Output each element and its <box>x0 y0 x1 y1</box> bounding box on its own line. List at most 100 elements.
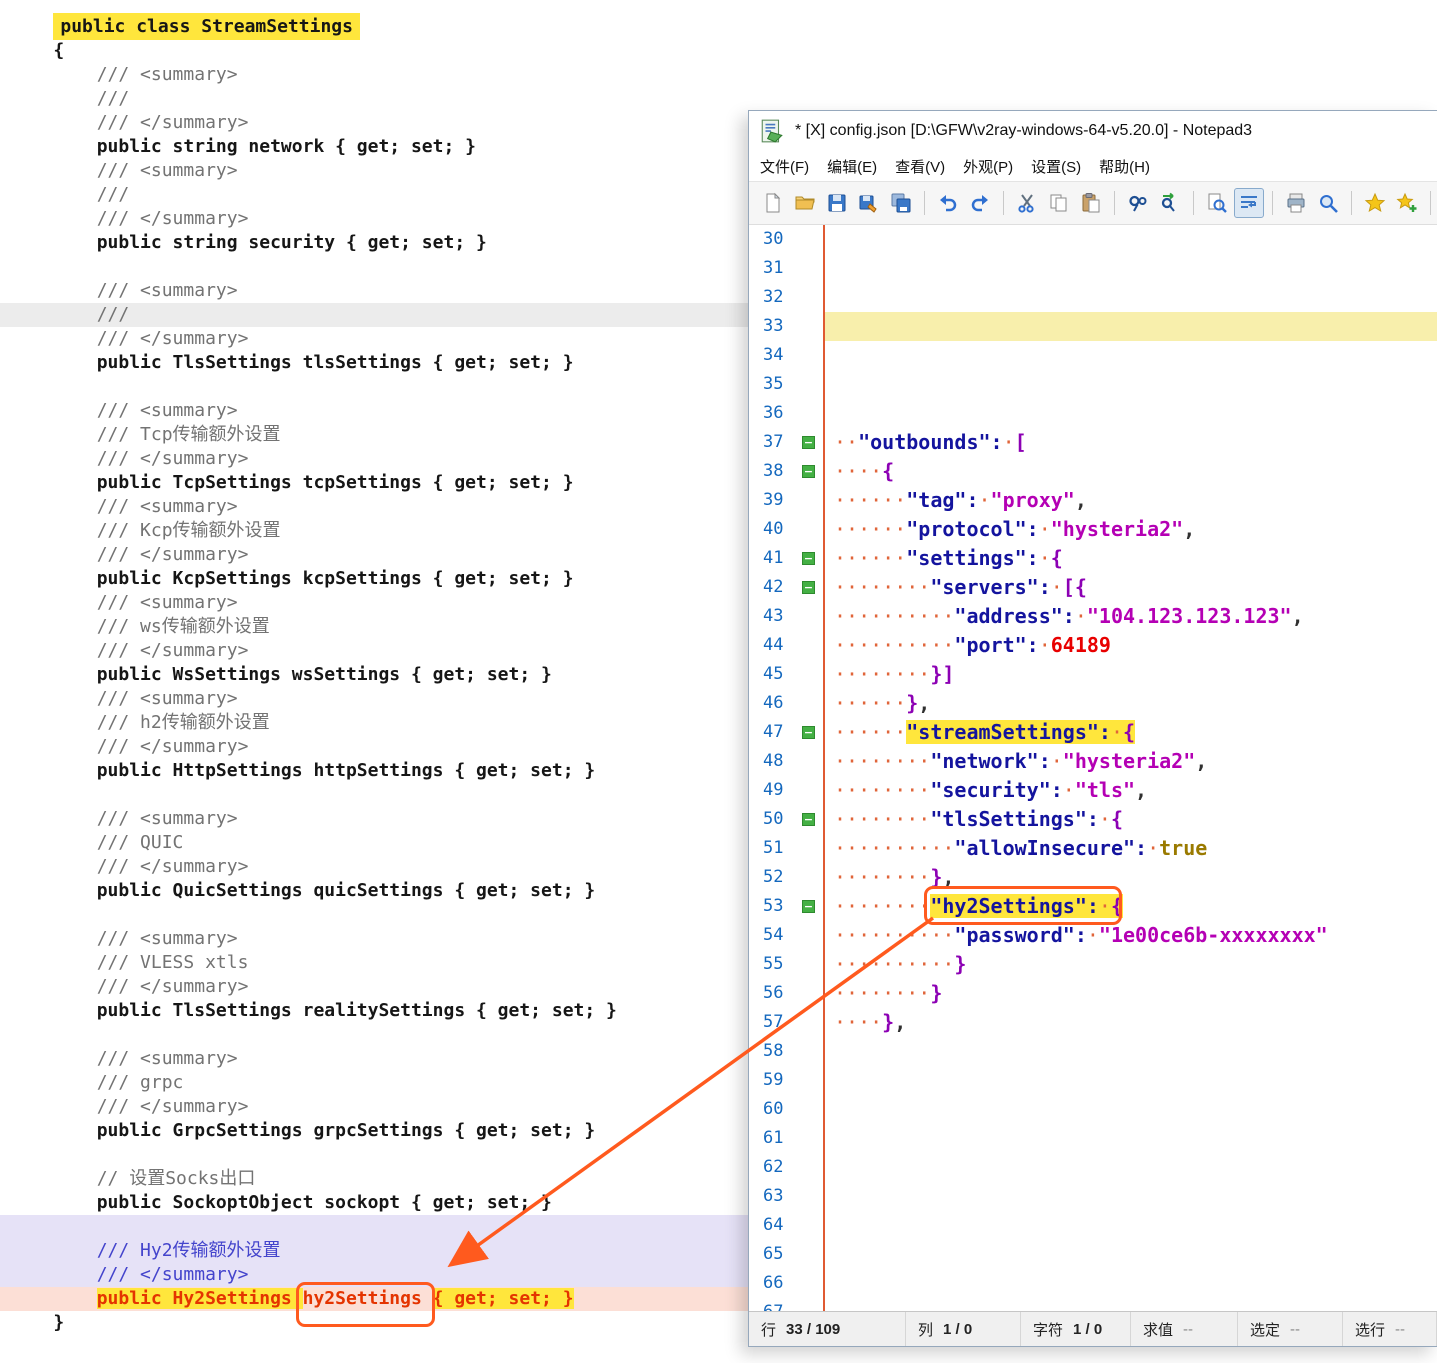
code-line[interactable]: /// <summary> <box>0 495 748 519</box>
toolbar-open-folder-button[interactable] <box>790 188 820 218</box>
code-line[interactable]: /// </summary> <box>0 1095 748 1119</box>
code-line[interactable]: // 设置Socks出口 <box>0 1167 748 1191</box>
code-line[interactable] <box>0 1023 748 1047</box>
menu-view[interactable]: 查看(V) <box>886 152 954 181</box>
json-line-text[interactable]: ······"streamSettings":·{ <box>823 718 1437 747</box>
code-line[interactable]: public SockoptObject sockopt { get; set;… <box>0 1191 748 1215</box>
json-line-text[interactable] <box>823 225 1437 254</box>
json-line-text[interactable] <box>823 254 1437 283</box>
json-line-text[interactable]: ········}] <box>823 660 1437 689</box>
toolbar-print-preview-button[interactable] <box>1202 188 1232 218</box>
code-line[interactable]: public WsSettings wsSettings { get; set;… <box>0 663 748 687</box>
code-line[interactable]: /// Tcp传输额外设置 <box>0 423 748 447</box>
code-line[interactable]: /// VLESS xtls <box>0 951 748 975</box>
json-line-text[interactable]: ··········"port":·64189 <box>823 631 1437 660</box>
json-line-text[interactable]: ····}, <box>823 1008 1437 1037</box>
code-line[interactable] <box>0 375 748 399</box>
code-line[interactable]: /// grpc <box>0 1071 748 1095</box>
code-line[interactable]: /// </summary> <box>0 855 748 879</box>
code-line[interactable]: public TlsSettings tlsSettings { get; se… <box>0 351 748 375</box>
toolbar-new-file-button[interactable] <box>758 188 788 218</box>
toolbar-copy-button[interactable] <box>1044 188 1074 218</box>
code-line[interactable]: /// <summary> <box>0 687 748 711</box>
json-line-text[interactable]: ········"tlsSettings":·{ <box>823 805 1437 834</box>
json-line-text[interactable]: ··········} <box>823 950 1437 979</box>
json-line-text[interactable]: ········"network":·"hysteria2", <box>823 747 1437 776</box>
code-line[interactable]: /// <box>0 183 748 207</box>
code-line[interactable]: public GrpcSettings grpcSettings { get; … <box>0 1119 748 1143</box>
code-line[interactable] <box>0 1215 748 1239</box>
toolbar-cut-button[interactable] <box>1012 188 1042 218</box>
json-line-text[interactable]: ······"settings":·{ <box>823 544 1437 573</box>
code-line[interactable]: /// <summary> <box>0 927 748 951</box>
code-line[interactable]: public string network { get; set; } <box>0 135 748 159</box>
code-line[interactable]: /// <summary> <box>0 279 748 303</box>
code-line[interactable]: /// QUIC <box>0 831 748 855</box>
json-line-text[interactable]: ··········"password":·"1e00ce6b-xxxxxxxx… <box>823 921 1437 950</box>
code-line[interactable]: public KcpSettings kcpSettings { get; se… <box>0 567 748 591</box>
code-line[interactable]: /// <summary> <box>0 807 748 831</box>
toolbar-save-as-button[interactable] <box>854 188 884 218</box>
code-line[interactable]: /// </summary> <box>0 543 748 567</box>
json-editor[interactable]: 3031323334353637−··"outbounds":·[38−····… <box>749 225 1437 1311</box>
json-line-text[interactable] <box>823 312 1437 341</box>
json-line-text[interactable]: ····{ <box>823 457 1437 486</box>
code-line[interactable]: /// </summary> <box>0 111 748 135</box>
code-line[interactable]: /// Hy2传输额外设置 <box>0 1239 748 1263</box>
fold-marker[interactable]: − <box>802 465 815 478</box>
json-line-text[interactable] <box>823 1066 1437 1095</box>
code-line[interactable]: { <box>0 39 748 63</box>
code-line[interactable]: /// <summary> <box>0 159 748 183</box>
code-line[interactable]: public TlsSettings realitySettings { get… <box>0 999 748 1023</box>
code-line[interactable]: public TcpSettings tcpSettings { get; se… <box>0 471 748 495</box>
fold-marker[interactable]: − <box>802 900 815 913</box>
menu-edit[interactable]: 编辑(E) <box>818 152 886 181</box>
json-line-text[interactable]: ······}, <box>823 689 1437 718</box>
code-line[interactable]: /// </summary> <box>0 1263 748 1287</box>
code-line[interactable]: /// </summary> <box>0 735 748 759</box>
menu-settings[interactable]: 设置(S) <box>1022 152 1090 181</box>
code-line[interactable]: /// <summary> <box>0 63 748 87</box>
fold-marker[interactable]: − <box>802 552 815 565</box>
code-line[interactable]: /// </summary> <box>0 207 748 231</box>
json-line-text[interactable] <box>823 283 1437 312</box>
code-line[interactable]: public HttpSettings httpSettings { get; … <box>0 759 748 783</box>
menu-file[interactable]: 文件(F) <box>751 152 818 181</box>
json-line-text[interactable]: ········"servers":·[{ <box>823 573 1437 602</box>
json-line-text[interactable] <box>823 1240 1437 1269</box>
toolbar-save-copy-button[interactable] <box>886 188 916 218</box>
code-line[interactable]: /// <box>0 87 748 111</box>
fold-marker[interactable]: − <box>802 436 815 449</box>
json-line-text[interactable]: ········}, <box>823 863 1437 892</box>
json-line-text[interactable] <box>823 1298 1437 1311</box>
code-line[interactable]: /// <box>0 303 748 327</box>
fold-marker[interactable]: − <box>802 581 815 594</box>
json-line-text[interactable]: ········"hy2Settings":·{ <box>823 892 1437 921</box>
toolbar-paste-button[interactable] <box>1076 188 1106 218</box>
code-line[interactable]: public class StreamSettings <box>0 15 748 39</box>
json-line-text[interactable] <box>823 341 1437 370</box>
json-line-text[interactable] <box>823 1153 1437 1182</box>
json-line-text[interactable] <box>823 1211 1437 1240</box>
code-line[interactable] <box>0 903 748 927</box>
json-line-text[interactable]: ··"outbounds":·[ <box>823 428 1437 457</box>
code-line[interactable]: } <box>0 1311 748 1335</box>
json-line-text[interactable] <box>823 1269 1437 1298</box>
toolbar-zoom-view-button[interactable] <box>1313 188 1343 218</box>
code-line[interactable]: /// Kcp传输额外设置 <box>0 519 748 543</box>
title-bar[interactable]: * [X] config.json [D:\GFW\v2ray-windows-… <box>749 111 1437 151</box>
code-line[interactable]: /// <summary> <box>0 1047 748 1071</box>
code-line[interactable] <box>0 783 748 807</box>
json-line-text[interactable] <box>823 1182 1437 1211</box>
code-line[interactable]: /// <summary> <box>0 591 748 615</box>
json-line-text[interactable]: ······"protocol":·"hysteria2", <box>823 515 1437 544</box>
json-line-text[interactable] <box>823 1095 1437 1124</box>
json-line-text[interactable]: ········} <box>823 979 1437 1008</box>
menu-appearance[interactable]: 外观(P) <box>954 152 1022 181</box>
json-line-text[interactable]: ··········"address":·"104.123.123.123", <box>823 602 1437 631</box>
toolbar-find-button[interactable] <box>1123 188 1153 218</box>
toolbar-add-favorite-button[interactable] <box>1392 188 1422 218</box>
toolbar-print-button[interactable] <box>1281 188 1311 218</box>
code-line[interactable]: /// </summary> <box>0 639 748 663</box>
json-line-text[interactable] <box>823 399 1437 428</box>
